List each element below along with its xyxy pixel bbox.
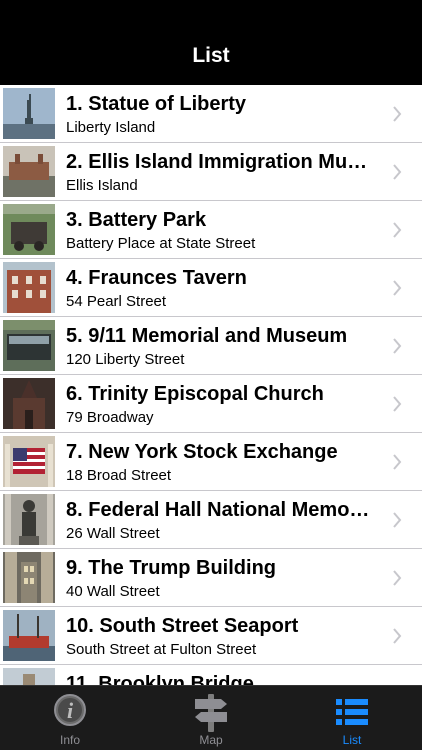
chevron-right-icon [393, 628, 402, 644]
list-item[interactable]: 2. Ellis Island Immigration Mu… Ellis Is… [0, 143, 422, 201]
row-title: 7. New York Stock Exchange [66, 441, 338, 463]
trump-building-thumbnail [3, 552, 55, 603]
fraunces-tavern-thumbnail [3, 262, 55, 313]
row-subtitle: 120 Liberty Street [66, 351, 185, 368]
list-item[interactable]: 8. Federal Hall National Memo… 26 Wall S… [0, 491, 422, 549]
tab-bar: i Info Map List [0, 685, 422, 750]
ellis-island-thumbnail [3, 146, 55, 197]
row-subtitle: Ellis Island [66, 177, 138, 194]
info-icon: i [54, 694, 86, 726]
row-subtitle: 18 Broad Street [66, 467, 172, 484]
row-title: 1. Statue of Liberty [66, 93, 247, 115]
row-title: 4. Fraunces Tavern [66, 267, 247, 289]
row-title: 2. Ellis Island Immigration Mu… [66, 151, 368, 173]
list-icon [336, 699, 368, 725]
stock-exchange-thumbnail [3, 436, 55, 487]
row-title: 10. South Street Seaport [66, 615, 299, 637]
federal-hall-thumbnail [3, 494, 55, 545]
list-item[interactable]: 1. Statue of Liberty Liberty Island [0, 85, 422, 143]
row-subtitle: 40 Wall Street [66, 583, 160, 600]
signpost-icon [195, 694, 227, 732]
tab-label: List [342, 733, 362, 747]
chevron-right-icon [393, 280, 402, 296]
chevron-right-icon [393, 512, 402, 528]
row-title: 5. 9/11 Memorial and Museum [66, 325, 348, 347]
navigation-bar: List [0, 0, 422, 85]
row-title: 9. The Trump Building [66, 557, 276, 579]
row-subtitle: Battery Place at State Street [66, 235, 256, 252]
row-subtitle: 26 Wall Street [66, 525, 160, 542]
row-subtitle: 79 Broadway [66, 409, 154, 426]
row-title: 11. Brooklyn Bridge [66, 673, 254, 685]
row-title: 3. Battery Park [66, 209, 207, 231]
chevron-right-icon [393, 164, 402, 180]
tab-label: Map [199, 733, 223, 747]
tab-label: Info [59, 733, 80, 747]
landmark-list[interactable]: 1. Statue of Liberty Liberty Island 2. E… [0, 85, 422, 685]
svg-text:i: i [67, 698, 74, 723]
chevron-right-icon [393, 338, 402, 354]
statue-of-liberty-thumbnail [3, 88, 55, 139]
chevron-right-icon [393, 570, 402, 586]
battery-park-thumbnail [3, 204, 55, 255]
tab-map[interactable]: Map [141, 686, 281, 751]
row-subtitle: Liberty Island [66, 119, 156, 136]
list-item[interactable]: 4. Fraunces Tavern 54 Pearl Street [0, 259, 422, 317]
brooklyn-bridge-thumbnail [3, 668, 55, 685]
list-item[interactable]: 3. Battery Park Battery Place at State S… [0, 201, 422, 259]
chevron-right-icon [393, 454, 402, 470]
row-subtitle: South Street at Fulton Street [66, 641, 257, 658]
chevron-right-icon [393, 106, 402, 122]
tab-info[interactable]: i Info [0, 686, 140, 751]
row-subtitle: 54 Pearl Street [66, 293, 167, 310]
seaport-thumbnail [3, 610, 55, 661]
list-item[interactable]: 5. 9/11 Memorial and Museum 120 Liberty … [0, 317, 422, 375]
tab-list[interactable]: List [282, 686, 422, 751]
page-title: List [192, 44, 230, 67]
trinity-church-thumbnail [3, 378, 55, 429]
chevron-right-icon [393, 396, 402, 412]
row-title: 8. Federal Hall National Memo… [66, 499, 370, 521]
row-title: 6. Trinity Episcopal Church [66, 383, 324, 405]
list-item[interactable]: 6. Trinity Episcopal Church 79 Broadway [0, 375, 422, 433]
chevron-right-icon [393, 222, 402, 238]
list-item[interactable]: 7. New York Stock Exchange 18 Broad Stre… [0, 433, 422, 491]
memorial-thumbnail [3, 320, 55, 371]
list-item[interactable]: 9. The Trump Building 40 Wall Street [0, 549, 422, 607]
list-item[interactable]: 11. Brooklyn Bridge [0, 665, 422, 685]
list-item[interactable]: 10. South Street Seaport South Street at… [0, 607, 422, 665]
